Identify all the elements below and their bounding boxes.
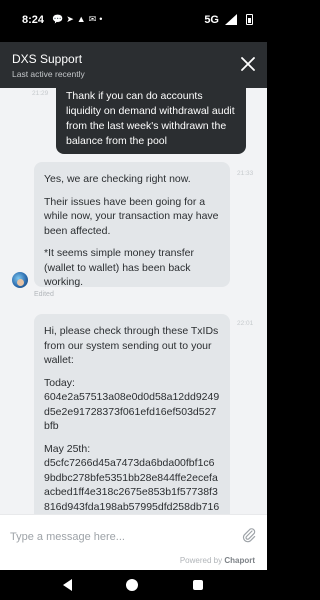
message-input[interactable] bbox=[10, 527, 220, 547]
chat-header: DXS Support Last active recently bbox=[0, 42, 267, 88]
telegram-icon: ➤ bbox=[66, 14, 77, 24]
battery-icon bbox=[246, 14, 253, 25]
agent-message: Hi, please check through these TxIDs fro… bbox=[34, 314, 230, 514]
operator-message-text: Thank if you can do accounts liquidity o… bbox=[66, 90, 235, 147]
operator-message: Thank if you can do accounts liquidity o… bbox=[56, 88, 246, 154]
message-timestamp: 21:29 bbox=[32, 90, 49, 97]
txid-label-today: Today: bbox=[44, 376, 75, 389]
agent-message: Yes, we are checking right now. Their is… bbox=[34, 162, 230, 288]
network-label: 5G bbox=[204, 14, 219, 26]
agent-message-text: *It seems simple money transfer (wallet … bbox=[44, 247, 194, 288]
edited-label: Edited bbox=[34, 291, 54, 298]
paperclip-icon[interactable] bbox=[241, 527, 257, 543]
agent-avatar bbox=[12, 272, 28, 288]
agent-message-text: Their issues have been going for a while… bbox=[44, 195, 219, 237]
chat-bubble-icon: 💬 bbox=[52, 14, 67, 24]
back-icon[interactable] bbox=[62, 579, 74, 591]
recents-icon[interactable] bbox=[193, 580, 203, 590]
home-icon[interactable] bbox=[126, 579, 138, 591]
message-timestamp: 21:33 bbox=[237, 170, 254, 177]
dot-icon: • bbox=[99, 14, 106, 24]
status-time: 8:24 bbox=[22, 14, 45, 26]
agent-message-text: Hi, please check through these TxIDs fro… bbox=[44, 325, 219, 366]
message-composer: Powered by Chaport bbox=[0, 514, 267, 570]
powered-by[interactable]: Powered by Chaport bbox=[180, 556, 255, 565]
txid-may: d5cfc7266d45a7473da6bda00fbf1c69bdbc278b… bbox=[44, 457, 220, 513]
close-icon[interactable] bbox=[239, 55, 257, 73]
signal-icon bbox=[225, 14, 237, 25]
status-bar: 8:24 💬➤▲✉• 5G bbox=[0, 0, 267, 42]
txid-label-may: May 25th: bbox=[44, 442, 91, 455]
navigation-bar bbox=[0, 570, 267, 600]
alert-triangle-icon: ▲ bbox=[76, 14, 89, 24]
mail-icon: ✉ bbox=[88, 14, 100, 24]
agent-message-text: Yes, we are checking right now. bbox=[44, 173, 191, 185]
message-timestamp: 22:01 bbox=[237, 320, 254, 327]
txid-today: 604e2a57513a08e0d0d58a12dd9249d5e2e91728… bbox=[44, 391, 220, 432]
chat-status: Last active recently bbox=[12, 69, 85, 79]
brand-name: Chaport bbox=[224, 556, 255, 565]
chat-title: DXS Support bbox=[12, 52, 83, 66]
powered-by-label: Powered by bbox=[179, 556, 223, 565]
notification-icons: 💬➤▲✉• bbox=[52, 14, 105, 25]
chat-messages[interactable]: 21:29 Thank if you can do accounts liqui… bbox=[0, 88, 267, 514]
